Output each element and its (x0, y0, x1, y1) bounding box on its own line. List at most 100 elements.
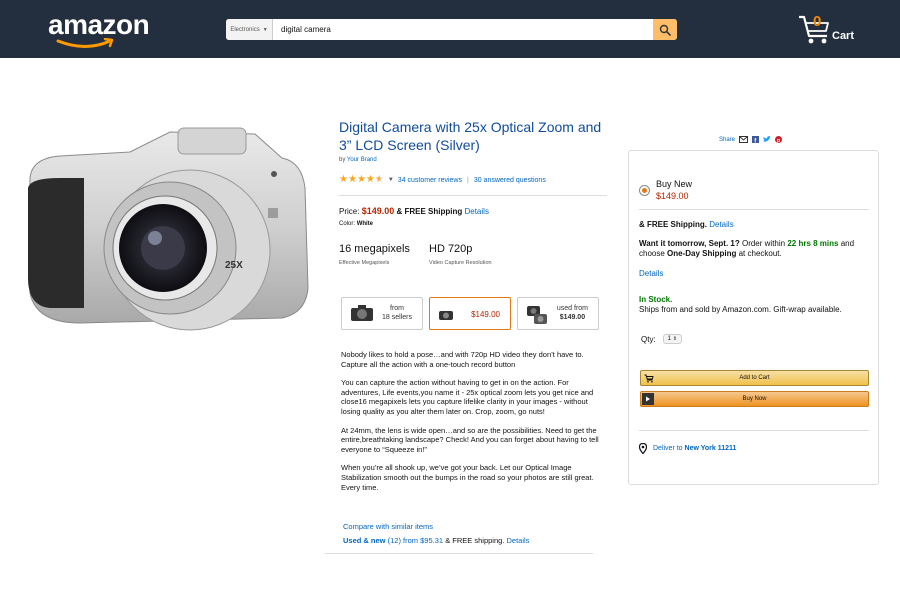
option-line2: 18 sellers (382, 314, 412, 321)
star-icon: ★ (365, 174, 375, 185)
option-price: $149.00 (471, 310, 500, 319)
buy-new-label: Buy New (656, 179, 693, 189)
deliver-to-text: Deliver to New York 11211 (653, 445, 736, 452)
color-value: White (356, 221, 374, 227)
rating-row: ★ ★ ★ ★ ★ ▼ 34 customer reviews | 30 ans… (339, 175, 607, 185)
facebook-icon[interactable]: f (752, 136, 760, 143)
option-line2: $149.00 (559, 314, 586, 321)
cart-label: Cart (832, 30, 855, 42)
pinterest-icon[interactable]: p (775, 136, 783, 143)
play-icon (642, 393, 654, 405)
camera-thumb-icon (439, 311, 453, 320)
spec-label: Effective Megapixels (339, 260, 390, 266)
delivery-message: Want it tomorrow, Sept. 1? Order within … (639, 239, 871, 259)
option-text: used from $149.00 (557, 304, 588, 322)
price-label: Price: (339, 207, 360, 216)
star-icon: ★ (347, 174, 357, 185)
deliver-to-label: Deliver to (653, 445, 683, 452)
in-stock-text: In Stock. (639, 295, 673, 304)
product-image[interactable]: 25X (20, 118, 315, 350)
add-to-cart-button[interactable]: Add to Cart (640, 370, 869, 386)
price-details-link[interactable]: Details (464, 207, 488, 216)
feature-bullet: Nobody likes to hold a pose…and with 720… (341, 350, 584, 369)
used-new-price[interactable]: $95.31 (420, 536, 443, 545)
feature-bullet: You can capture the action without havin… (341, 378, 594, 416)
share-label: Share (719, 136, 736, 143)
spec-item: HD 720p Video Capture Resolution (429, 243, 519, 266)
buy-new-price: $149.00 (656, 191, 689, 201)
option-new[interactable]: $149.00 (429, 297, 511, 330)
buy-now-button[interactable]: Buy Now (640, 391, 869, 407)
price-row: Price: $149.00 & FREE Shipping Details (339, 206, 607, 216)
option-line1: from (390, 305, 405, 312)
amazon-logo[interactable]: amazon (48, 9, 150, 48)
camera-thumb-icon (527, 306, 547, 324)
used-new-link[interactable]: Used & new (343, 536, 386, 545)
brand-link[interactable]: Your Brand (347, 157, 377, 163)
buy-new-radio[interactable] (639, 185, 650, 196)
search-category-dropdown[interactable]: Electronics ▼ (226, 19, 273, 40)
shipping-details-link[interactable]: Details (709, 220, 733, 229)
email-icon[interactable] (739, 136, 749, 143)
star-icon: ★ (339, 174, 348, 185)
compare-link[interactable]: Compare with similar items (343, 522, 529, 531)
search-bar: Electronics ▼ (226, 19, 677, 40)
option-sellers[interactable]: from 18 sellers (341, 297, 423, 330)
smile-arrow-icon (56, 38, 114, 48)
deliver-to-link[interactable]: Deliver to New York 11211 (639, 443, 736, 454)
reviews-link[interactable]: 34 customer reviews (398, 177, 462, 184)
feature-bullet: When you’re all shook up, we’ve got your… (341, 463, 594, 492)
spec-list: 16 megapixels Effective Megapixels HD 72… (339, 243, 607, 266)
cart-count: 0 (813, 13, 822, 30)
separator: | (467, 176, 469, 184)
color-row: Color: White (339, 221, 607, 227)
bottom-divider (325, 553, 593, 554)
top-header: amazon Electronics ▼ 0 Cart (0, 0, 900, 58)
used-new-count[interactable]: (12) (388, 536, 401, 545)
questions-link[interactable]: 30 answered questions (474, 177, 546, 184)
cart-button[interactable]: 0 Cart (798, 12, 858, 46)
option-used[interactable]: used from $149.00 (517, 297, 599, 330)
star-rating[interactable]: ★ ★ ★ ★ ★ (339, 175, 384, 185)
logo-text: amazon (48, 9, 150, 40)
search-button[interactable] (653, 19, 677, 40)
rating-chevron-icon[interactable]: ▼ (388, 177, 394, 183)
divider (339, 195, 607, 196)
option-line1: used from (556, 305, 588, 312)
search-icon (659, 24, 671, 36)
svg-text:25X: 25X (225, 260, 243, 271)
buy-now-label: Buy Now (742, 396, 767, 402)
twitter-icon[interactable] (763, 136, 772, 143)
used-new-from: from (403, 536, 419, 545)
compare-section: Compare with similar items Used & new (1… (343, 522, 529, 545)
star-icon: ★ (356, 174, 366, 185)
delivery-details-link[interactable]: Details (639, 269, 663, 278)
qty-select[interactable]: 1 ⇕ (662, 334, 682, 344)
camera-thumb-icon (351, 305, 373, 321)
location-pin-icon (639, 443, 647, 454)
ships-from-text: Ships from and sold by Amazon.com. Gift-… (639, 305, 842, 314)
feature-bullet: At 24mm, the lens is wide open…and so ar… (341, 425, 599, 454)
one-day-text: One-Day Shipping (667, 249, 737, 258)
countdown-text: 22 hrs 8 mins (787, 239, 839, 248)
search-input[interactable] (273, 19, 653, 40)
option-text: from 18 sellers (382, 304, 412, 322)
add-to-cart-icon (641, 371, 656, 385)
search-category-label: Electronics (230, 26, 260, 33)
qty-label: Qty: (641, 334, 656, 344)
spec-item: 16 megapixels Effective Megapixels (339, 243, 429, 266)
product-details: Digital Camera with 25x Optical Zoom and… (339, 118, 607, 545)
spec-value: HD 720p (429, 243, 473, 255)
qty-value: 1 (667, 336, 672, 342)
chevron-updown-icon: ⇕ (672, 336, 677, 342)
color-label: Color: (339, 221, 356, 227)
byline: by Your Brand (339, 157, 607, 163)
add-to-cart-label: Add to Cart (739, 375, 770, 381)
free-shipping-text: & FREE Shipping (396, 207, 463, 216)
buy-box: Buy New $149.00 & FREE Shipping. Details… (628, 150, 879, 485)
chevron-down-icon: ▼ (262, 26, 268, 33)
qty-row: Qty: 1 ⇕ (641, 334, 682, 344)
free-shipping-text: & FREE Shipping. (639, 220, 707, 229)
used-new-details-link[interactable]: Details (506, 536, 529, 545)
divider (639, 430, 869, 431)
